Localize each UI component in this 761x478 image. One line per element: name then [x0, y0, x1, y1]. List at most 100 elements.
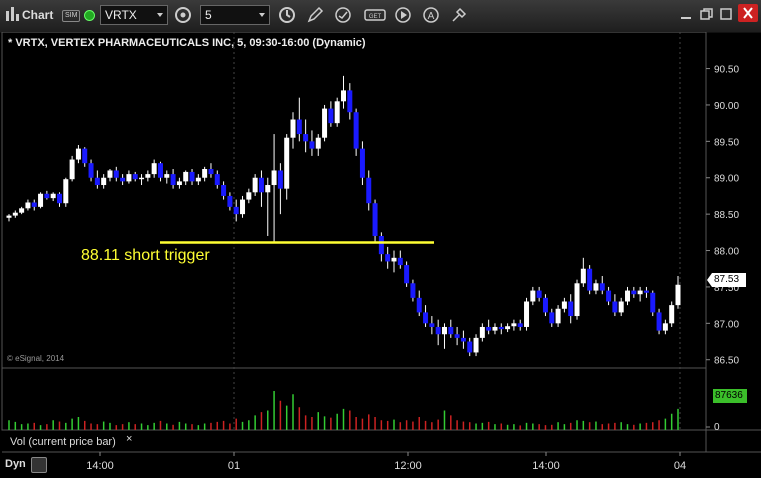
candle-body [385, 254, 391, 262]
candle-body [549, 312, 555, 324]
candle-body [6, 215, 12, 218]
candle-7 [50, 192, 56, 202]
candle-body [176, 181, 182, 186]
candle-22 [145, 170, 151, 182]
candle-body [221, 185, 227, 196]
candle-body [88, 163, 94, 178]
candle-37 [240, 195, 246, 218]
last-volume-tag: 87636 [713, 389, 747, 403]
candle-body [435, 326, 441, 335]
candle-35 [227, 192, 233, 211]
play-button[interactable] [394, 5, 412, 25]
refresh-button[interactable] [334, 5, 352, 25]
clock-button[interactable] [278, 5, 296, 25]
candle-body [50, 193, 56, 199]
volume-zero-label: 0 [714, 422, 720, 433]
candle-body [284, 137, 290, 189]
clock-icon [279, 7, 295, 23]
candle-body [25, 202, 31, 209]
candle-body [637, 290, 643, 295]
candle-body [473, 337, 479, 353]
minimize-button[interactable] [678, 6, 694, 22]
candle-71 [454, 326, 460, 346]
candle-body [44, 193, 50, 199]
x-tick-label: 01 [228, 460, 240, 472]
candle-body [296, 119, 302, 135]
x-tick-label: 14:00 [86, 460, 114, 472]
candle-97 [618, 297, 624, 317]
candle-106 [675, 276, 681, 309]
candle-body [359, 148, 365, 178]
candle-12 [82, 147, 88, 167]
candle-body [517, 323, 523, 327]
candle-39 [252, 174, 258, 196]
candle-57 [366, 170, 372, 211]
toolbar: Chart SIM VRTX 5 GET A [0, 0, 761, 33]
candle-body [606, 290, 612, 302]
candle-body [675, 284, 681, 306]
candle-47 [303, 119, 309, 153]
symbol-settings-button[interactable] [174, 5, 192, 25]
candle-88 [561, 297, 567, 313]
candle-body [145, 174, 151, 178]
draw-tool-button[interactable] [306, 5, 324, 25]
candle-19 [126, 170, 132, 184]
candle-body [587, 268, 593, 291]
chart-app-icon [4, 5, 20, 23]
close-icon [743, 7, 753, 19]
candle-23 [151, 159, 157, 178]
candle-54 [347, 83, 353, 120]
gear-icon [175, 7, 191, 23]
tools-button[interactable] [450, 5, 468, 25]
candle-body [555, 308, 561, 324]
candle-body [650, 292, 656, 313]
candle-body [454, 334, 460, 338]
candle-body [202, 169, 208, 178]
candle-76 [486, 319, 492, 335]
candle-82 [524, 297, 530, 331]
candle-101 [643, 286, 649, 298]
symbol-dropdown-icon[interactable] [157, 13, 163, 17]
candle-body [164, 174, 170, 178]
candle-93 [593, 279, 599, 295]
maximize-button[interactable] [718, 6, 734, 22]
dynamic-mode-toggle-icon[interactable] [31, 457, 47, 473]
candle-100 [637, 286, 643, 302]
candle-4 [31, 199, 37, 211]
y-tick-label: 87.00 [714, 319, 739, 330]
candle-body [536, 290, 542, 298]
candle-body [505, 326, 511, 330]
candle-55 [353, 108, 359, 156]
candle-50 [322, 104, 328, 142]
interval-input[interactable]: 5 [200, 5, 270, 25]
interval-dropdown-icon[interactable] [259, 13, 265, 17]
svg-text:A: A [428, 11, 435, 22]
volume-panel-close-icon[interactable]: × [126, 433, 132, 445]
candle-body [492, 326, 498, 331]
candle-body [353, 112, 359, 149]
restore-button[interactable] [698, 6, 714, 22]
candle-41 [265, 177, 271, 236]
close-button[interactable] [738, 4, 758, 22]
y-tick-label: 89.50 [714, 137, 739, 148]
restore-icon [700, 8, 713, 20]
candle-25 [164, 170, 170, 184]
candle-body [309, 141, 315, 149]
candle-body [214, 174, 220, 186]
symbol-input[interactable]: VRTX [100, 5, 168, 25]
candle-45 [290, 112, 296, 149]
candle-30 [195, 174, 201, 186]
candle-body [580, 268, 586, 284]
candle-5 [38, 192, 44, 209]
get-button[interactable]: GET [364, 5, 386, 25]
candle-102 [650, 290, 656, 317]
svg-text:GET: GET [369, 14, 382, 20]
candle-body [618, 301, 624, 313]
volume-panel-border [1, 367, 707, 431]
candle-15 [101, 174, 107, 189]
candle-body [290, 119, 296, 138]
alert-button[interactable]: A [422, 5, 440, 25]
candle-body [151, 163, 157, 175]
candle-29 [189, 169, 195, 186]
candle-74 [473, 334, 479, 357]
